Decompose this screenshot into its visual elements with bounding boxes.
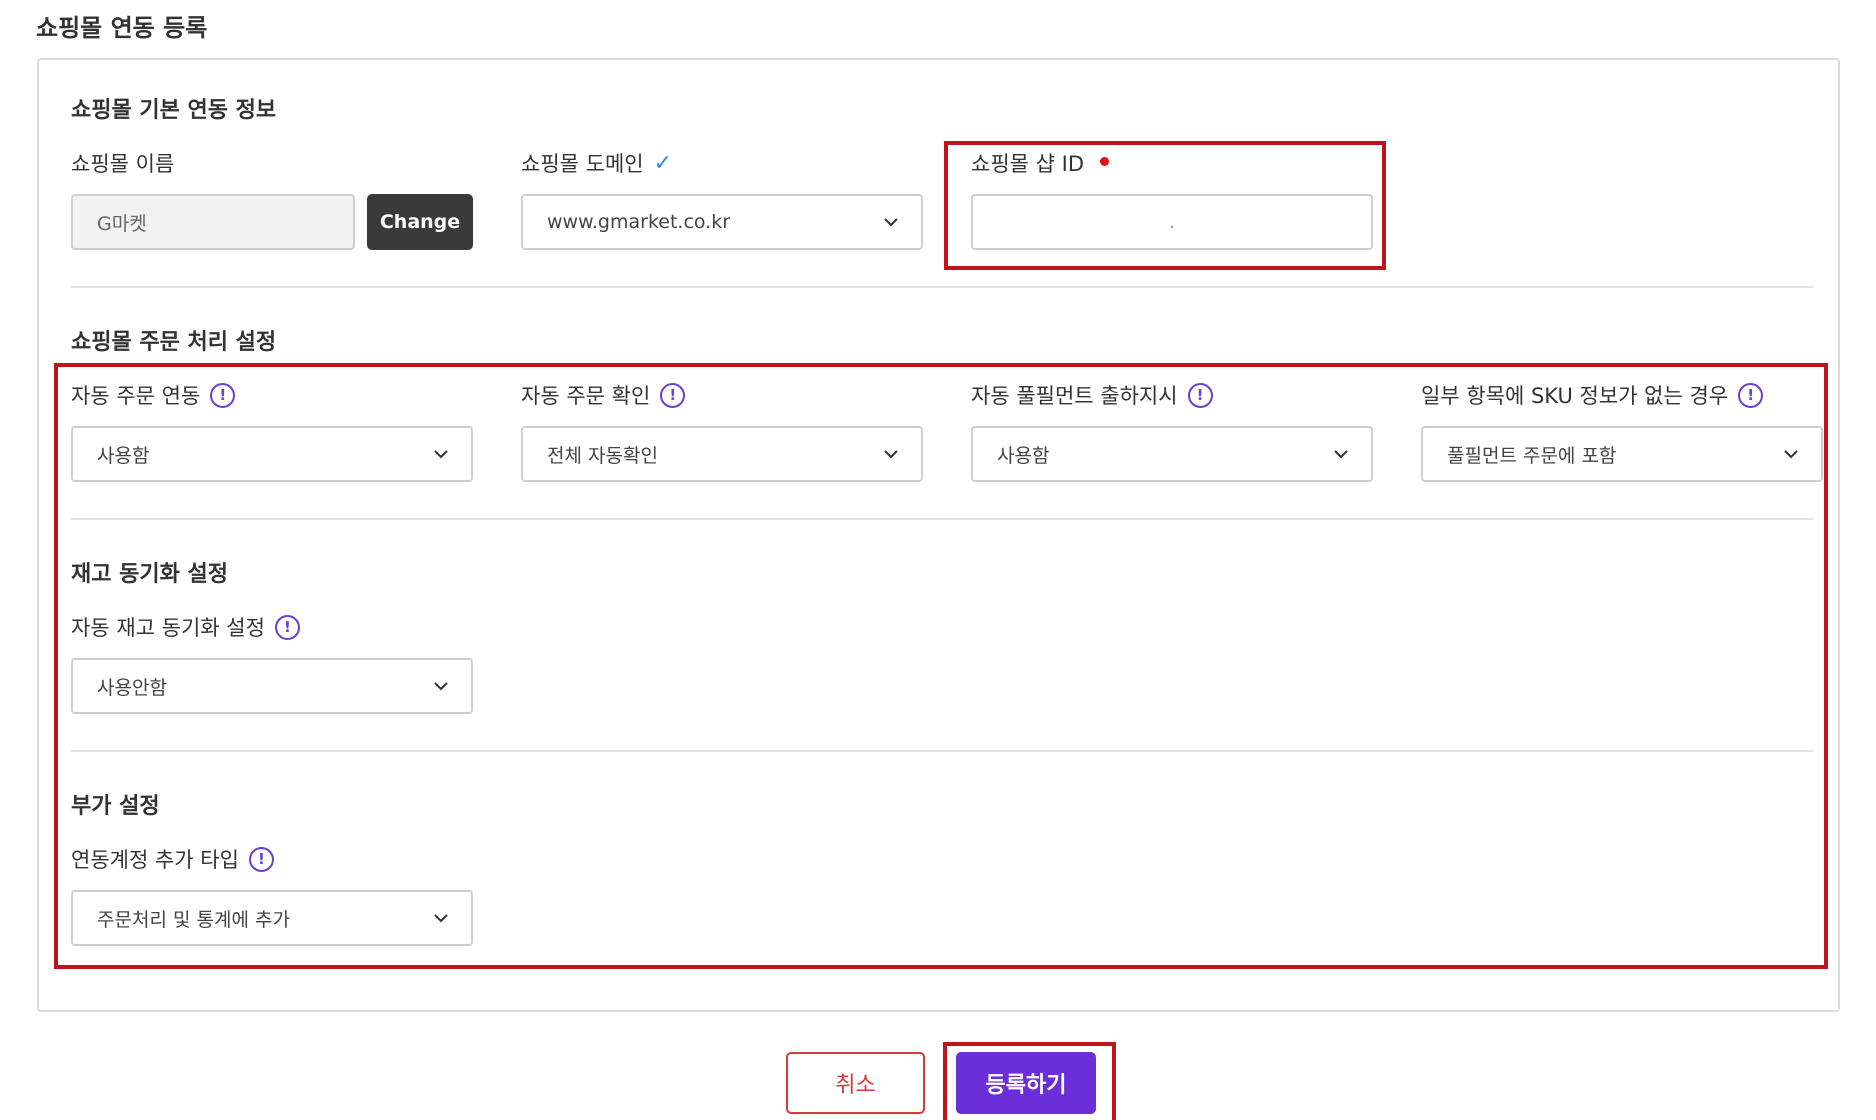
order-section-title: 쇼핑몰 주문 처리 설정 bbox=[71, 330, 277, 355]
check-icon: ✓ bbox=[653, 150, 673, 176]
mall-domain-label: 쇼핑몰 도메인 ✓ bbox=[521, 148, 672, 178]
mall-domain-label-text: 쇼핑몰 도메인 bbox=[521, 152, 644, 176]
section-divider bbox=[71, 286, 1813, 288]
shop-id-highlight-box bbox=[944, 141, 1386, 270]
change-button[interactable]: Change bbox=[367, 194, 473, 250]
basic-section-title: 쇼핑몰 기본 연동 정보 bbox=[71, 98, 277, 123]
mall-name-input: G마켓 bbox=[71, 194, 355, 250]
settings-highlight-box bbox=[54, 363, 1828, 969]
mall-domain-select[interactable]: www.gmarket.co.kr bbox=[521, 194, 923, 250]
mall-name-value: G마켓 bbox=[97, 212, 147, 235]
mall-name-label: 쇼핑몰 이름 bbox=[71, 148, 174, 178]
page-title: 쇼핑몰 연동 등록 bbox=[36, 14, 208, 42]
mall-name-label-text: 쇼핑몰 이름 bbox=[71, 152, 175, 176]
mall-domain-value: www.gmarket.co.kr bbox=[547, 211, 731, 233]
register-button[interactable]: 등록하기 bbox=[956, 1052, 1096, 1114]
cancel-button[interactable]: 취소 bbox=[786, 1052, 925, 1114]
chevron-down-icon bbox=[884, 218, 898, 227]
